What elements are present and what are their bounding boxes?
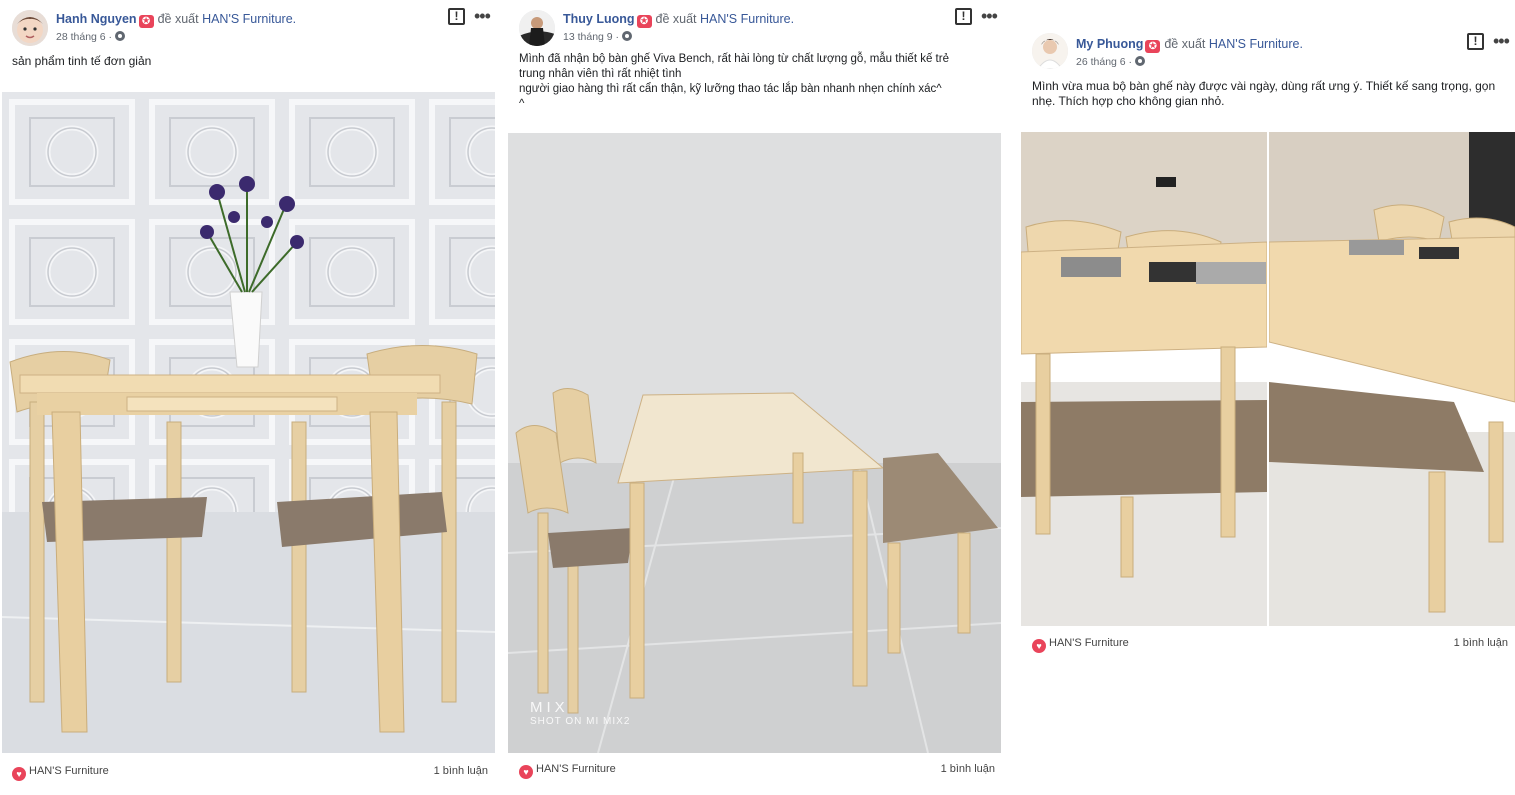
post-text-line: ^: [519, 98, 525, 110]
more-options-icon[interactable]: •••: [474, 6, 491, 27]
post-photo[interactable]: MIX SHOT ON MI MIX2: [508, 133, 1001, 753]
more-options-icon[interactable]: •••: [981, 6, 998, 27]
post-header: My Phuong ✪ đề xuất HAN'S Furniture. 26 th…: [1020, 25, 1515, 75]
post-date[interactable]: 28 tháng 6 ·: [56, 31, 112, 43]
footer-page[interactable]: HAN'S Furniture: [1049, 637, 1129, 649]
post-meta: 28 tháng 6 ·: [56, 31, 126, 43]
comments-count[interactable]: 1 bình luận: [434, 765, 488, 777]
recommend-verb: đề xuất: [1164, 37, 1206, 51]
author-name[interactable]: My Phuong: [1076, 37, 1143, 51]
post-photo[interactable]: [1269, 132, 1515, 626]
author-avatar[interactable]: [519, 10, 555, 46]
post-footer: ♥ HAN'S Furniture 1 bình luận: [519, 763, 995, 779]
header-line: Thuy Luong ✪ đề xuất HAN'S Furniture.: [563, 12, 794, 28]
page-link[interactable]: HAN'S Furniture.: [202, 12, 296, 26]
author-name[interactable]: Thuy Luong: [563, 12, 635, 26]
post-text: Mình vừa mua bộ bàn ghế này được vài ngà…: [1032, 79, 1496, 108]
post-meta: 26 tháng 6 ·: [1076, 56, 1146, 68]
post-text-line: trung nhân viên thì rất nhiệt tình: [519, 68, 682, 80]
page-link[interactable]: HAN'S Furniture.: [1209, 37, 1303, 51]
post-photo[interactable]: [1021, 132, 1267, 626]
report-icon[interactable]: !: [448, 8, 465, 25]
post-meta: 13 tháng 9 ·: [563, 31, 633, 43]
review-post: Thuy Luong ✪ đề xuất HAN'S Furniture. 13 t…: [507, 0, 1007, 795]
camera-watermark: MIX SHOT ON MI MIX2: [530, 699, 630, 727]
comments-count[interactable]: 1 bình luận: [941, 763, 995, 775]
comments-count[interactable]: 1 bình luận: [1454, 637, 1508, 649]
recommend-verb: đề xuất: [157, 12, 199, 26]
recommend-badge-icon: ✪: [1145, 40, 1161, 53]
watermark-brand: MIX: [530, 699, 569, 716]
recommend-badge-icon: ✪: [636, 15, 652, 28]
recommend-verb: đề xuất: [655, 12, 697, 26]
review-post: Hanh Nguyen ✪ đề xuất HAN'S Furniture. 28 …: [0, 0, 500, 795]
page-link[interactable]: HAN'S Furniture.: [700, 12, 794, 26]
author-avatar[interactable]: [1032, 33, 1068, 69]
post-footer: ♥ HAN'S Furniture 1 bình luận: [1032, 637, 1508, 653]
post-text-line: người giao hàng thì rất cẩn thận, kỹ lưỡ…: [519, 83, 942, 95]
review-post: My Phuong ✪ đề xuất HAN'S Furniture. 26 th…: [1020, 25, 1515, 795]
heart-icon: ♥: [519, 765, 533, 779]
footer-page[interactable]: HAN'S Furniture: [536, 763, 616, 775]
globe-icon: [1135, 56, 1146, 66]
post-photo[interactable]: [2, 92, 495, 753]
post-date[interactable]: 13 tháng 9 ·: [563, 31, 619, 43]
footer-page[interactable]: HAN'S Furniture: [29, 765, 109, 777]
author-name[interactable]: Hanh Nguyen: [56, 12, 137, 26]
post-date[interactable]: 26 tháng 6 ·: [1076, 56, 1132, 68]
header-line: My Phuong ✪ đề xuất HAN'S Furniture.: [1076, 37, 1303, 53]
watermark-caption: SHOT ON MI MIX2: [530, 716, 631, 727]
heart-icon: ♥: [12, 767, 26, 781]
heart-icon: ♥: [1032, 639, 1046, 653]
post-text-line: Mình đã nhận bộ bàn ghế Viva Bench, rất …: [519, 53, 949, 65]
report-icon[interactable]: !: [1467, 33, 1484, 50]
header-line: Hanh Nguyen ✪ đề xuất HAN'S Furniture.: [56, 12, 296, 28]
author-avatar[interactable]: [12, 10, 48, 46]
post-header: Hanh Nguyen ✪ đề xuất HAN'S Furniture. 28 …: [0, 0, 500, 50]
post-header: Thuy Luong ✪ đề xuất HAN'S Furniture. 13 t…: [507, 0, 1007, 50]
more-options-icon[interactable]: •••: [1493, 31, 1510, 52]
post-footer: ♥ HAN'S Furniture 1 bình luận: [12, 765, 488, 781]
globe-icon: [115, 31, 126, 41]
report-icon[interactable]: !: [955, 8, 972, 25]
recommend-badge-icon: ✪: [138, 15, 154, 28]
globe-icon: [622, 31, 633, 41]
post-text: sản phẩm tinh tế đơn giản: [12, 54, 152, 68]
post-text: Mình đã nhận bộ bàn ghế Viva Bench, rất …: [519, 52, 999, 112]
